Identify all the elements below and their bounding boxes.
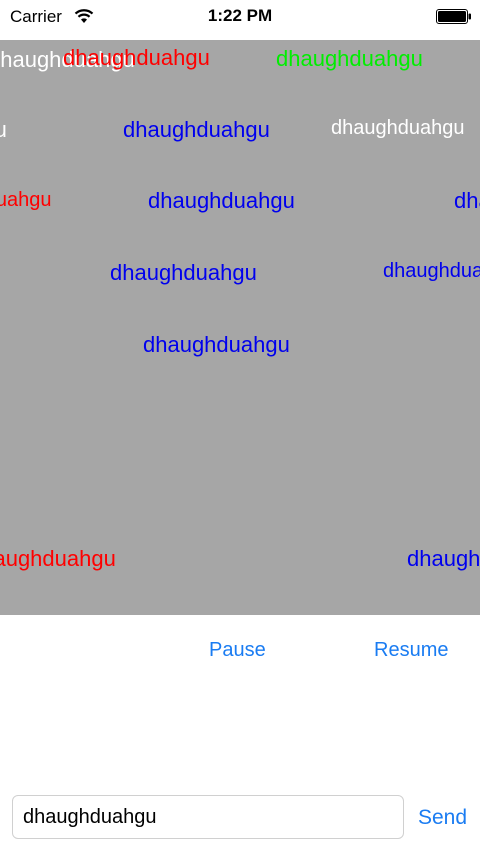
danmaku-comment: dhaughduahgu — [123, 117, 270, 142]
comment-input[interactable] — [12, 795, 404, 839]
comment-input-bar: Send — [0, 790, 480, 850]
pause-button[interactable]: Pause — [209, 639, 266, 662]
danmaku-comment: dhaughduahgu — [407, 546, 480, 571]
danmaku-comment: dhaughduahgu — [383, 260, 480, 282]
danmaku-comment: dhaughduahgu — [110, 260, 257, 285]
danmaku-comment: dhaughduahgu — [0, 117, 7, 142]
danmaku-comment: dhaughduahgu — [148, 188, 295, 213]
danmaku-comment: dhaughduahgu — [0, 546, 116, 571]
danmaku-stage: dhaughduahgu dhaughduahgu dhaughduahgu d… — [0, 40, 480, 615]
danmaku-comment: dhaughduahgu — [143, 332, 290, 357]
danmaku-comment: dhaughduahgu — [0, 189, 52, 211]
danmaku-comment: dhaughduahgu — [331, 117, 465, 139]
status-bar: Carrier 1:22 PM — [0, 0, 480, 40]
danmaku-comment: dhaughduahgu — [63, 45, 210, 70]
playback-controls: Pause Resume — [0, 615, 480, 685]
danmaku-comment: dhaughduahgu — [276, 46, 423, 71]
send-button[interactable]: Send — [418, 806, 467, 830]
status-time: 1:22 PM — [207, 6, 273, 25]
resume-button[interactable]: Resume — [374, 639, 448, 662]
danmaku-comment: dhaughduahgu — [454, 188, 480, 213]
battery-icon — [436, 9, 471, 24]
